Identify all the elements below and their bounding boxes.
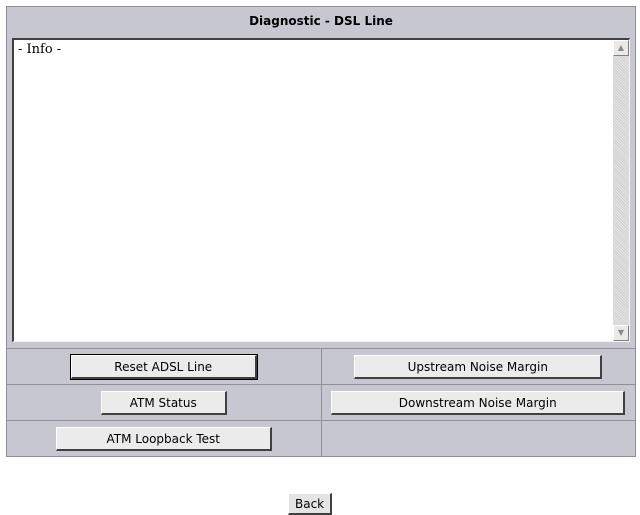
scroll-up-arrow-icon[interactable]: ▲ [613,40,629,56]
actions-cell: Reset ADSL Line [6,348,322,385]
empty-cell [320,420,636,457]
back-button[interactable]: Back [288,493,333,515]
scroll-down-arrow-icon[interactable]: ▼ [613,325,629,341]
info-frame: - Info - ▲ ▼ [6,34,636,348]
page-title: Diagnostic - DSL Line [6,6,636,34]
actions-row: ATM Status Downstream Noise Margin [6,384,636,421]
actions-cell: ATM Status [6,384,322,421]
info-textarea[interactable]: - Info - ▲ ▼ [12,38,630,342]
actions-table: Reset ADSL Line Upstream Noise Margin AT… [6,348,636,457]
reset-adsl-line-button[interactable]: Reset ADSL Line [69,353,258,380]
vertical-scrollbar[interactable]: ▲ ▼ [613,40,629,341]
actions-row: ATM Loopback Test [6,420,636,457]
actions-row: Reset ADSL Line Upstream Noise Margin [6,348,636,385]
diagnostic-panel: Diagnostic - DSL Line - Info - ▲ ▼ Reset… [6,6,636,457]
actions-cell: ATM Loopback Test [6,420,322,457]
atm-loopback-test-button[interactable]: ATM Loopback Test [55,426,272,451]
back-button-wrap: Back [288,493,333,515]
actions-cell: Downstream Noise Margin [320,384,636,421]
downstream-noise-margin-button[interactable]: Downstream Noise Margin [331,390,626,415]
actions-cell: Upstream Noise Margin [320,348,636,385]
upstream-noise-margin-button[interactable]: Upstream Noise Margin [354,354,603,379]
info-text: - Info - [18,42,62,57]
atm-status-button[interactable]: ATM Status [100,390,227,415]
